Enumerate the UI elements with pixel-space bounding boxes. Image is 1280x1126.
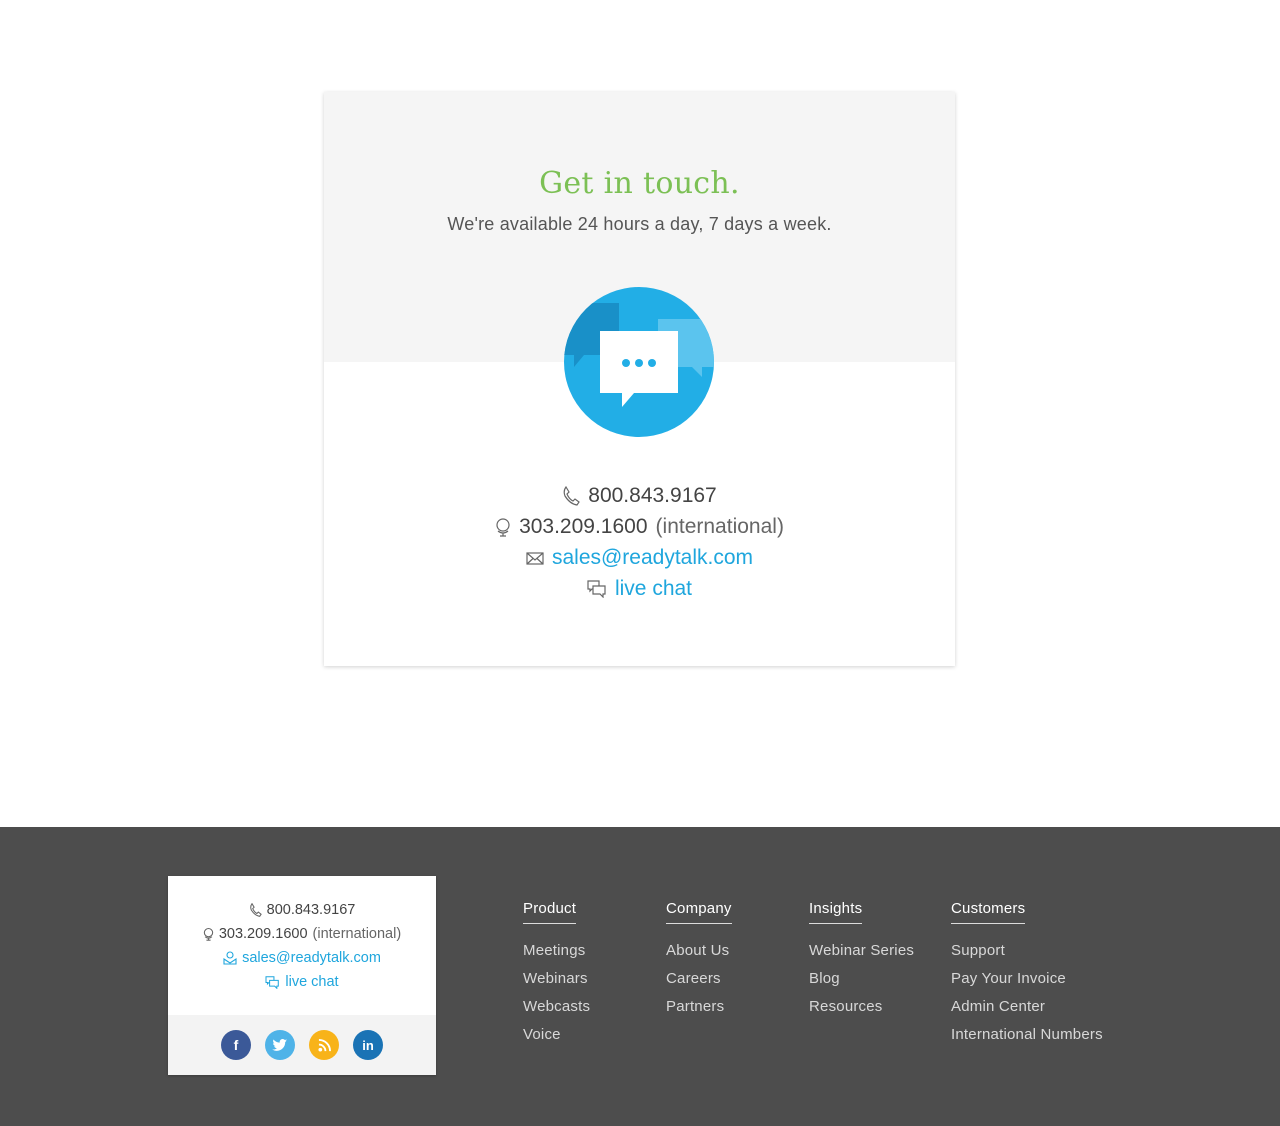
footer-column-company: Company About Us Careers Partners bbox=[666, 900, 732, 1025]
twitter-bird-icon bbox=[272, 1038, 288, 1051]
footer-email-link[interactable]: sales@readytalk.com bbox=[242, 946, 381, 970]
footer-link[interactable]: Careers bbox=[666, 969, 732, 997]
live-chat-line[interactable]: live chat bbox=[324, 573, 955, 604]
footer-link[interactable]: About Us bbox=[666, 941, 732, 969]
rss-icon[interactable] bbox=[309, 1030, 339, 1060]
footer-link[interactable]: Pay Your Invoice bbox=[951, 969, 1103, 997]
footer-link[interactable]: Admin Center bbox=[951, 997, 1103, 1025]
footer-link[interactable]: Resources bbox=[809, 997, 914, 1025]
globe-icon bbox=[495, 517, 511, 537]
social-links: f in bbox=[168, 1015, 436, 1075]
footer-heading-company[interactable]: Company bbox=[666, 900, 732, 924]
footer-column-product: Product Meetings Webinars Webcasts Voice bbox=[523, 900, 590, 1053]
phone-line[interactable]: 800.843.9167 bbox=[324, 480, 955, 511]
email-link[interactable]: sales@readytalk.com bbox=[552, 542, 753, 573]
international-label: (international) bbox=[655, 515, 784, 538]
twitter-icon[interactable] bbox=[265, 1030, 295, 1060]
footer-live-chat-link[interactable]: live chat bbox=[285, 970, 338, 994]
footer-column-insights: Insights Webinar Series Blog Resources bbox=[809, 900, 914, 1025]
footer-email-line[interactable]: sales@readytalk.com bbox=[168, 946, 436, 970]
linkedin-icon[interactable]: in bbox=[353, 1030, 383, 1060]
footer-link[interactable]: Webinars bbox=[523, 969, 590, 997]
linkedin-glyph: in bbox=[362, 1037, 374, 1053]
email-line[interactable]: sales@readytalk.com bbox=[324, 542, 955, 573]
footer-phone-line[interactable]: 800.843.9167 bbox=[168, 898, 436, 922]
page-title: Get in touch. bbox=[539, 166, 740, 201]
footer-international-line[interactable]: 303.209.1600 (international) bbox=[168, 922, 436, 946]
phone-icon bbox=[249, 903, 262, 917]
chat-icon bbox=[587, 579, 607, 598]
footer-link[interactable]: International Numbers bbox=[951, 1025, 1103, 1053]
chat-bubbles-icon bbox=[564, 287, 714, 437]
facebook-icon[interactable]: f bbox=[221, 1030, 251, 1060]
footer-link[interactable]: Webcasts bbox=[523, 997, 590, 1025]
phone-icon bbox=[562, 485, 581, 506]
international-phone-line[interactable]: 303.209.1600 (international) bbox=[324, 511, 955, 542]
envelope-icon bbox=[526, 551, 544, 565]
availability-text: We're available 24 hours a day, 7 days a… bbox=[447, 214, 832, 234]
international-phone-number: 303.209.1600 bbox=[519, 515, 648, 538]
footer: 800.843.9167 303.209.1600 (international… bbox=[0, 827, 1280, 1126]
rss-feed-icon bbox=[317, 1038, 331, 1052]
footer-international-label: (international) bbox=[312, 926, 402, 942]
facebook-glyph: f bbox=[233, 1037, 239, 1053]
footer-link[interactable]: Partners bbox=[666, 997, 732, 1025]
footer-link[interactable]: Support bbox=[951, 941, 1103, 969]
footer-link[interactable]: Meetings bbox=[523, 941, 590, 969]
footer-international-number: 303.209.1600 bbox=[218, 926, 308, 942]
contact-details: 800.843.9167 303.209.1600 (international… bbox=[324, 480, 955, 604]
footer-heading-product[interactable]: Product bbox=[523, 900, 577, 924]
globe-icon bbox=[203, 927, 214, 941]
footer-phone-number: 800.843.9167 bbox=[266, 902, 356, 918]
chat-icon bbox=[265, 975, 280, 989]
footer-link[interactable]: Webinar Series bbox=[809, 941, 914, 969]
footer-link[interactable]: Voice bbox=[523, 1025, 590, 1053]
footer-live-chat-line[interactable]: live chat bbox=[168, 970, 436, 994]
footer-contact-card: 800.843.9167 303.209.1600 (international… bbox=[168, 876, 436, 1075]
phone-number: 800.843.9167 bbox=[588, 484, 717, 507]
live-chat-link[interactable]: live chat bbox=[615, 573, 692, 604]
envelope-person-icon bbox=[223, 951, 237, 965]
footer-column-customers: Customers Support Pay Your Invoice Admin… bbox=[951, 900, 1103, 1053]
contact-card: Get in touch. We're available 24 hours a… bbox=[324, 92, 955, 666]
footer-heading-insights[interactable]: Insights bbox=[809, 900, 863, 924]
footer-heading-customers[interactable]: Customers bbox=[951, 900, 1026, 924]
footer-link[interactable]: Blog bbox=[809, 969, 914, 997]
